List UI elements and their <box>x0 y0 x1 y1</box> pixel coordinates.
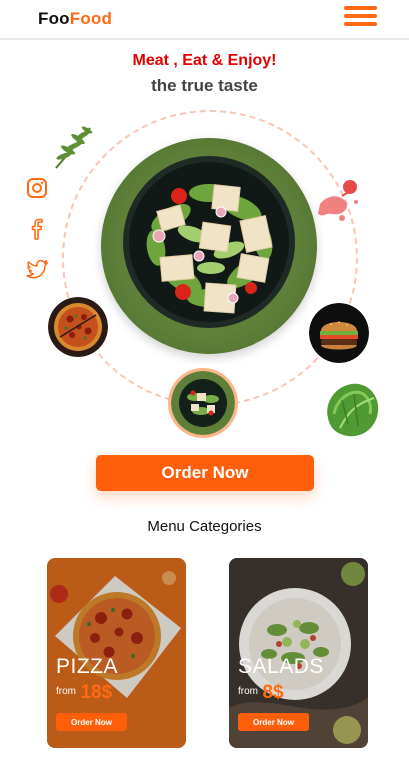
hero-tagline: Meat , Eat & Enjoy! <box>132 52 277 69</box>
order-now-button-salads[interactable]: Order Now <box>238 713 309 731</box>
hamburger-menu-icon[interactable] <box>344 6 378 28</box>
order-now-button-pizza[interactable]: Order Now <box>56 713 127 731</box>
category-price: 18$ <box>80 682 113 703</box>
navbar: FooFood <box>0 0 409 40</box>
price-from-label: from <box>56 686 76 697</box>
rosemary-decoration <box>55 126 93 169</box>
category-name: SALADS <box>238 655 324 678</box>
menu-categories-heading: Menu Categories <box>147 518 262 535</box>
price-from-label: from <box>238 686 258 697</box>
pizza-thumbnail[interactable] <box>48 297 108 357</box>
salad-thumbnail[interactable] <box>171 371 235 435</box>
hero-dish-image <box>101 138 317 354</box>
twitter-icon[interactable] <box>26 258 48 280</box>
category-price-row: from 8$ <box>238 682 284 704</box>
category-price: 8$ <box>262 682 284 703</box>
hamburger-bar <box>344 6 377 10</box>
lettuce-decoration <box>327 383 379 437</box>
category-card-salads[interactable]: SALADS from 8$ Order Now <box>229 558 368 748</box>
hamburger-bar <box>344 14 377 18</box>
burger-thumbnail[interactable] <box>309 303 369 363</box>
order-now-button[interactable]: Order Now <box>96 455 314 491</box>
hamburger-bar <box>344 22 377 26</box>
sauce-splash-decoration <box>318 180 358 221</box>
logo[interactable]: FooFood <box>38 9 112 29</box>
facebook-icon[interactable] <box>26 218 48 240</box>
category-card-pizza[interactable]: PIZZA from 18$ Order Now <box>47 558 186 748</box>
logo-text-food: Food <box>69 9 113 28</box>
category-name: PIZZA <box>56 655 119 678</box>
hero-subtitle: the true taste <box>151 76 258 95</box>
logo-text-foo: Foo <box>38 9 70 28</box>
instagram-icon[interactable] <box>26 177 48 199</box>
category-price-row: from 18$ <box>56 682 112 704</box>
